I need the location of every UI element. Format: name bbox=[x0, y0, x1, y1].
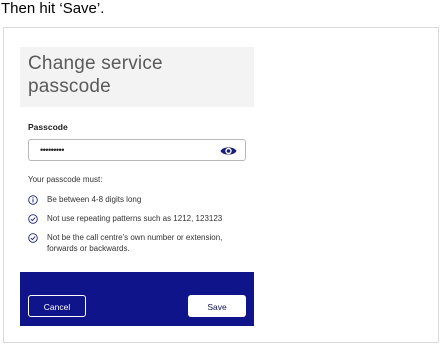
dialog-title: Change service passcode bbox=[28, 53, 163, 97]
rule-text: Not use repeating patterns such as 1212,… bbox=[47, 214, 223, 223]
rule-text: Be between 4-8 digits long bbox=[47, 195, 142, 204]
info-circle-icon bbox=[28, 195, 38, 205]
passcode-label: Passcode bbox=[28, 122, 68, 132]
cancel-button[interactable]: Cancel bbox=[28, 295, 86, 317]
rules-heading: Your passcode must: bbox=[28, 175, 103, 184]
check-circle-icon bbox=[28, 214, 38, 224]
dialog-header: Change service passcode bbox=[20, 47, 254, 107]
eye-icon[interactable] bbox=[220, 144, 237, 156]
change-passcode-dialog: Change service passcode Passcode •••••••… bbox=[20, 47, 254, 326]
instruction-text: Then hit ‘Save’. bbox=[1, 0, 105, 17]
passcode-value: ••••••••• bbox=[40, 145, 64, 155]
dialog-footer: Cancel Save bbox=[20, 272, 254, 326]
passcode-input[interactable]: ••••••••• bbox=[28, 139, 246, 161]
save-button[interactable]: Save bbox=[188, 295, 246, 317]
check-circle-icon bbox=[28, 233, 38, 243]
rule-text: Not be the call centre's own number or e… bbox=[47, 233, 223, 253]
